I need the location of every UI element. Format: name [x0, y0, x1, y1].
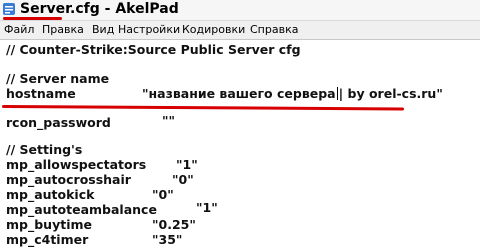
menu-bar: Файл Правка Вид Настройки Кодировки Спра…: [0, 21, 480, 40]
setting-key: mp_buytime: [6, 217, 92, 232]
text-editor-area[interactable]: // Counter-Strike:Source Public Server c…: [0, 40, 480, 247]
rcon-password-key: rcon_password: [6, 115, 111, 130]
title-red-underline: [3, 17, 62, 20]
setting-key: mp_autocrosshair: [6, 172, 131, 187]
setting-value: "0.25": [152, 217, 196, 232]
setting-key: mp_autokick: [6, 187, 95, 202]
settings-comment: // Setting's: [6, 142, 83, 157]
hostname-value-end: | by orel-cs.ru": [338, 86, 443, 101]
title-appname: AkelPad: [115, 1, 179, 17]
setting-value: "1": [196, 200, 218, 215]
menu-encodings[interactable]: Кодировки: [182, 23, 245, 36]
title-separator: -: [99, 1, 116, 17]
hostname-value: "название вашего сервера | by orel-cs.ru": [142, 86, 443, 101]
hostname-value-start: "название вашего сервера: [142, 86, 336, 101]
server-name-comment: // Server name: [6, 71, 110, 86]
setting-value: "0": [172, 172, 194, 187]
setting-key: mp_c4timer: [6, 232, 89, 247]
menu-view[interactable]: Вид: [92, 23, 114, 36]
rcon-password-value: "": [162, 113, 176, 128]
setting-key: mp_allowspectators: [6, 157, 147, 172]
hostname-red-underline: [1, 105, 405, 111]
setting-value: "1": [176, 157, 198, 172]
window-title: Server.cfg - AkelPad: [20, 1, 179, 17]
header-comment: // Counter-Strike:Source Public Server c…: [6, 42, 301, 57]
setting-key: mp_autoteambalance: [6, 202, 157, 217]
title-filename: Server.cfg: [20, 1, 100, 17]
menu-file[interactable]: Файл: [4, 23, 34, 36]
text-caret: [336, 87, 338, 100]
akelpad-app-icon: [3, 3, 15, 15]
menu-edit[interactable]: Правка: [42, 23, 84, 36]
menu-help[interactable]: Справка: [250, 23, 298, 36]
setting-value: "0": [152, 187, 174, 202]
menu-settings[interactable]: Настройки: [118, 23, 180, 36]
hostname-key: hostname: [6, 86, 76, 101]
title-bar: Server.cfg - AkelPad: [0, 0, 480, 21]
setting-value: "35": [152, 232, 183, 247]
